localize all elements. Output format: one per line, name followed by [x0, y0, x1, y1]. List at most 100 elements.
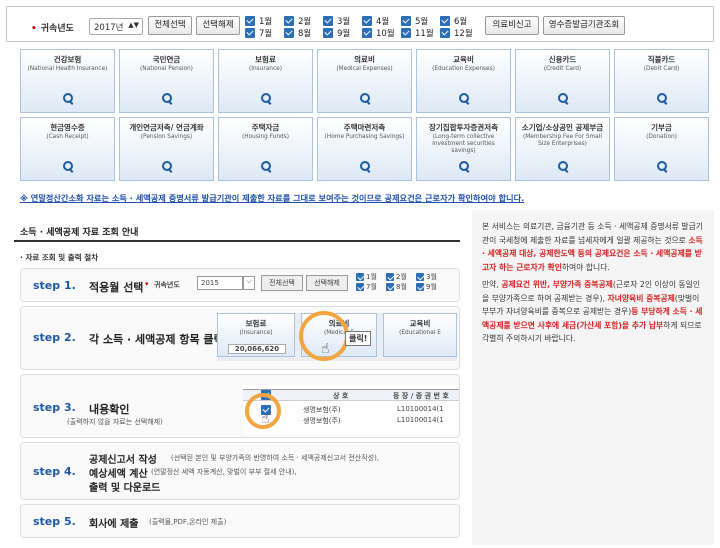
tile-label: 국민연금: [152, 55, 181, 64]
tile-2[interactable]: 보험료 (Insurance): [218, 49, 313, 113]
tile-13[interactable]: 기부금 (Donation): [614, 117, 709, 181]
tile-label: 소기업/소상공인 공제부금: [521, 123, 604, 132]
search-icon[interactable]: [459, 161, 470, 172]
tile-5[interactable]: 신용카드 (Credit Card): [515, 49, 610, 113]
search-icon[interactable]: [657, 93, 668, 104]
step-label: 공제신고서 작성: [89, 455, 157, 466]
tile-11[interactable]: 장기집합투자증권저축 (Long-term collective investme…: [416, 117, 511, 181]
tile-1[interactable]: 국민연금 (National Pension): [119, 49, 214, 113]
step-number: step 3.: [33, 401, 76, 414]
medical-report-button[interactable]: 의료비신고: [485, 16, 539, 35]
tile-9[interactable]: 주택자금 (Housing Funds): [218, 117, 313, 181]
deselect-all-button[interactable]: 선택해제: [196, 16, 240, 35]
month-checkbox-9[interactable]: [323, 28, 333, 38]
month-checkbox-2[interactable]: [284, 16, 294, 26]
search-icon[interactable]: [162, 93, 173, 104]
month-label: 7월: [259, 29, 273, 39]
ill-year-select: 2015: [197, 276, 243, 290]
month-label: 10월: [376, 29, 395, 39]
select-all-button[interactable]: 전체선택: [148, 16, 192, 35]
tile-label: 의료비: [354, 55, 375, 64]
month-checkbox-3[interactable]: [323, 16, 333, 26]
ill-month-label: 7월: [366, 283, 377, 291]
tile-label: 현금영수증: [50, 123, 85, 132]
search-icon[interactable]: [558, 161, 569, 172]
tile-sublabel: (Insurance): [249, 66, 282, 72]
search-icon[interactable]: [657, 161, 668, 172]
search-icon[interactable]: [63, 161, 74, 172]
tile-label: 신용카드: [548, 55, 577, 64]
step-label: 내용확인: [89, 403, 130, 416]
ill-year-label: 귀속년도: [154, 281, 180, 289]
tile-8[interactable]: 개인연금저축/ 연금계좌 (Pension Savings): [119, 117, 214, 181]
tile-label: 교육비: [453, 55, 474, 64]
tile-6[interactable]: 직불카드 (Debit Card): [614, 49, 709, 113]
step-number: step 4.: [33, 465, 76, 478]
search-icon[interactable]: [558, 93, 569, 104]
ill-month-label: 3월: [426, 273, 437, 281]
tile-sublabel: (Housing Funds): [242, 134, 289, 140]
tile-sublabel: (Home Purchasing Savings): [324, 134, 405, 140]
year-select[interactable]: 2017년 ▲▼: [89, 18, 143, 35]
step-note: (출력물,PDF,온라인 제출): [149, 518, 227, 526]
tile-label: 보험료: [255, 55, 276, 64]
year-label: • 귀속년도: [31, 24, 74, 34]
month-checkbox-12[interactable]: [440, 28, 450, 38]
step-label: 회사에 제출: [89, 519, 139, 530]
tile-label: 주택자금: [251, 123, 280, 132]
month-checkbox-6[interactable]: [440, 16, 450, 26]
step-note: (연말정산 세액 자동계산, 맞벌이 부부 절세 안내),: [151, 468, 297, 476]
month-label: 12월: [454, 29, 473, 39]
ill-tiles: 보험료 (Insurance) 20,066,620 의료비 (Medical E 교…: [217, 311, 457, 361]
month-checkbox-4[interactable]: [362, 16, 372, 26]
search-icon[interactable]: [261, 93, 272, 104]
step-1: step 1. 적용월 선택 ▾ 귀속년도 2015 ⌵ 전체선택 선택해제 1…: [20, 268, 460, 302]
filter-bar: • 귀속년도 2017년 ▲▼ 전체선택 선택해제 1월 2월 3월 4월 5월 6월 7월 8월…: [6, 6, 714, 42]
tile-label: 건강보험: [53, 55, 82, 64]
month-label: 1월: [259, 17, 273, 27]
notice-text: ※ 연말정산간소화 자료는 소득 · 세액공제 증명서류 발급기관이 제출한 자…: [20, 193, 525, 203]
month-checkbox-11[interactable]: [401, 28, 411, 38]
month-label: 2월: [298, 17, 312, 27]
month-label: 11월: [415, 29, 434, 39]
tile-12[interactable]: 소기업/소상공인 공제부금 (Membership Fee For Small S…: [515, 117, 610, 181]
month-checkbox-10[interactable]: [362, 28, 372, 38]
pointer-hand-icon: ☝: [261, 411, 270, 427]
tile-label: 장기집합투자증권저축: [429, 123, 498, 132]
ill-tile-insurance: 보험료 (Insurance) 20,066,620: [217, 313, 295, 357]
search-icon[interactable]: [360, 161, 371, 172]
step-label: 출력 및 다운로드: [89, 483, 161, 494]
ill-month-checkbox: [386, 273, 394, 281]
bullet: ▾: [145, 280, 149, 288]
select-arrow-icon: ▲▼: [128, 21, 139, 29]
tile-3[interactable]: 의료비 (Medical Expenses): [317, 49, 412, 113]
month-label: 6월: [454, 17, 468, 27]
month-checkbox-7[interactable]: [245, 28, 255, 38]
tile-4[interactable]: 교육비 (Education Expenses): [416, 49, 511, 113]
search-icon[interactable]: [162, 161, 173, 172]
search-icon[interactable]: [459, 93, 470, 104]
tile-10[interactable]: 주택마련저축 (Home Purchasing Savings): [317, 117, 412, 181]
tile-sublabel: (Cash Receipt): [46, 134, 89, 140]
ill-month-label: 1월: [366, 273, 377, 281]
ill-dropdown-icon: ⌵: [243, 276, 255, 290]
guide-title: 소득 · 세액공제 자료 조회 안내: [20, 228, 139, 238]
step-number: step 5.: [33, 515, 76, 528]
tile-7[interactable]: 현금영수증 (Cash Receipt): [20, 117, 115, 181]
ill-tile-education: 교육비 (Educational E: [383, 313, 457, 357]
receipt-issuer-button[interactable]: 영수증발급기관조회: [543, 16, 625, 35]
search-icon[interactable]: [63, 93, 74, 104]
pointer-hand-icon: ☝: [321, 341, 330, 357]
tile-0[interactable]: 건강보험 (National Health Insurance): [20, 49, 115, 113]
ill-month-checkbox: [356, 283, 364, 291]
info-paragraph-1: 본 서비스는 의료기관, 금융기관 등 소득 · 세액공제 증명서류 발급기관이…: [482, 222, 703, 272]
tile-sublabel: (Credit Card): [543, 66, 582, 72]
month-label: 4월: [376, 17, 390, 27]
month-checkbox-1[interactable]: [245, 16, 255, 26]
search-icon[interactable]: [360, 93, 371, 104]
month-checkbox-5[interactable]: [401, 16, 411, 26]
tile-sublabel: (National Health Insurance): [27, 66, 108, 72]
search-icon[interactable]: [261, 161, 272, 172]
tile-label: 개인연금저축/ 연금계좌: [129, 123, 204, 132]
month-checkbox-8[interactable]: [284, 28, 294, 38]
